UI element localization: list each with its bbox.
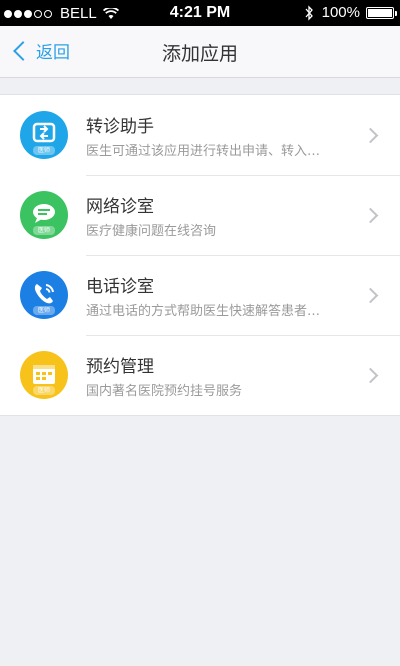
app-list: 医师 转诊助手 医生可通过该应用进行转出申请、转入… 医师 网络诊室 医疗健康问…: [0, 94, 400, 416]
app-title: 网络诊室: [86, 197, 154, 217]
app-row-transfer[interactable]: 医师 转诊助手 医生可通过该应用进行转出申请、转入…: [0, 95, 400, 175]
transfer-icon: 医师: [20, 111, 68, 159]
app-title: 电话诊室: [86, 277, 154, 297]
app-badge: 医师: [33, 146, 55, 155]
app-description: 医生可通过该应用进行转出申请、转入…: [86, 144, 321, 159]
chevron-right-icon: [362, 367, 379, 384]
chat-icon: 医师: [20, 191, 68, 239]
chevron-right-icon: [362, 287, 379, 304]
bluetooth-icon: [305, 4, 313, 21]
phone-icon: 医师: [20, 271, 68, 319]
app-description: 医疗健康问题在线咨询: [86, 224, 217, 239]
page-title: 添加应用: [161, 43, 238, 65]
app-badge: 医师: [33, 306, 55, 315]
app-badge: 医师: [33, 386, 55, 395]
app-description: 通过电话的方式帮助医生快速解答患者…: [86, 304, 321, 319]
navigation-bar: 返回 添加应用: [0, 26, 400, 78]
battery-percent: 100%: [321, 4, 360, 21]
app-row-appointment[interactable]: 医师 预约管理 国内著名医院预约挂号服务: [0, 335, 400, 415]
status-right: 100%: [304, 4, 397, 21]
chevron-right-icon: [362, 207, 379, 224]
app-title: 转诊助手: [86, 117, 154, 137]
chevron-right-icon: [362, 127, 379, 144]
app-title: 预约管理: [86, 357, 154, 377]
app-row-phone-clinic[interactable]: 医师 电话诊室 通过电话的方式帮助医生快速解答患者…: [0, 255, 400, 335]
app-description: 国内著名医院预约挂号服务: [86, 384, 243, 399]
app-badge: 医师: [33, 226, 55, 235]
appointment-icon: 医师: [20, 351, 68, 399]
app-row-online-clinic[interactable]: 医师 网络诊室 医疗健康问题在线咨询: [0, 175, 400, 255]
battery-icon: [366, 6, 397, 19]
status-bar: BELL 4:21 PM 100%: [0, 0, 400, 26]
